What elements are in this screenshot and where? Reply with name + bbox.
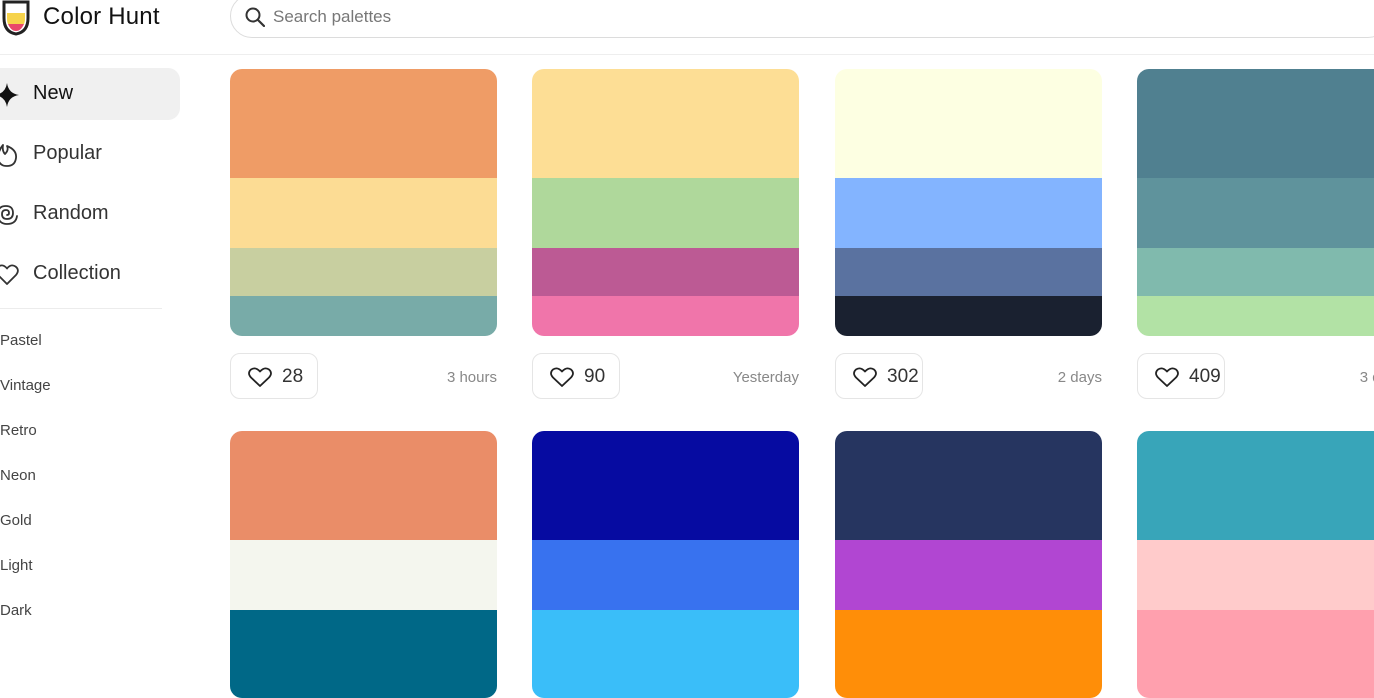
color-swatch[interactable] — [835, 540, 1102, 610]
color-swatch[interactable] — [532, 248, 799, 296]
palette-swatches[interactable] — [835, 69, 1102, 336]
tag-neon[interactable]: Neon — [0, 467, 36, 484]
color-swatch[interactable] — [1137, 248, 1374, 296]
like-count: 90 — [584, 366, 606, 387]
tag-light[interactable]: Light — [0, 557, 33, 574]
palette-swatches[interactable] — [835, 431, 1102, 698]
palette-swatches[interactable] — [1137, 431, 1374, 698]
color-swatch[interactable] — [835, 610, 1102, 658]
like-count: 302 — [887, 366, 919, 387]
search-input[interactable] — [273, 1, 1173, 33]
color-swatch[interactable] — [230, 610, 497, 658]
color-swatch[interactable] — [835, 178, 1102, 248]
palette-timestamp: 2 days — [1057, 369, 1102, 386]
palette-swatches[interactable] — [230, 69, 497, 336]
palette-swatches[interactable] — [532, 431, 799, 698]
color-swatch[interactable] — [230, 540, 497, 610]
popular-icon — [0, 144, 17, 167]
color-swatch[interactable] — [532, 431, 799, 540]
color-swatch[interactable] — [230, 248, 497, 296]
app-title[interactable]: Color Hunt — [43, 3, 160, 31]
tag-gold[interactable]: Gold — [0, 512, 32, 529]
sparkle-icon — [0, 83, 19, 107]
heart-icon — [853, 367, 877, 387]
sidebar-item-label: Popular — [33, 142, 102, 164]
palette-swatches[interactable] — [1137, 69, 1374, 336]
sidebar-item-random[interactable]: Random — [0, 188, 180, 240]
like-count: 28 — [282, 366, 304, 387]
spiral-icon — [0, 205, 18, 225]
color-swatch[interactable] — [1137, 658, 1374, 698]
heart-icon — [0, 264, 19, 285]
color-swatch[interactable] — [532, 69, 799, 178]
color-swatch[interactable] — [532, 610, 799, 658]
tag-retro[interactable]: Retro — [0, 422, 37, 439]
like-button[interactable]: 28 — [230, 353, 318, 399]
tag-pastel[interactable]: Pastel — [0, 332, 42, 349]
heart-icon — [1155, 367, 1179, 387]
color-swatch[interactable] — [532, 178, 799, 248]
sidebar-item-label: Collection — [33, 262, 121, 284]
color-hunt-logo-icon[interactable] — [0, 0, 32, 36]
sidebar-item-label: Random — [33, 202, 109, 224]
palette-timestamp: 3 hours — [446, 369, 497, 386]
color-swatch[interactable] — [532, 540, 799, 610]
palette-timestamp: 3 days — [1359, 369, 1374, 386]
color-swatch[interactable] — [1137, 610, 1374, 658]
sidebar-item-popular[interactable]: Popular — [0, 128, 180, 180]
color-swatch[interactable] — [835, 69, 1102, 178]
color-swatch[interactable] — [1137, 69, 1374, 178]
color-swatch[interactable] — [230, 69, 497, 178]
sidebar-item-collection[interactable]: Collection — [0, 248, 180, 300]
color-swatch[interactable] — [532, 658, 799, 698]
sidebar: New Popular Random Collection Pastel Vin… — [0, 54, 200, 640]
color-swatch[interactable] — [1137, 178, 1374, 248]
color-swatch[interactable] — [1137, 296, 1374, 336]
heart-icon — [248, 367, 272, 387]
color-swatch[interactable] — [230, 178, 497, 248]
sidebar-item-label: New — [33, 82, 74, 104]
tag-dark[interactable]: Dark — [0, 602, 32, 619]
color-swatch[interactable] — [835, 431, 1102, 540]
heart-icon — [550, 367, 574, 387]
color-swatch[interactable] — [1137, 431, 1374, 540]
color-swatch[interactable] — [230, 431, 497, 540]
palette-swatches[interactable] — [230, 431, 497, 698]
like-button[interactable]: 302 — [835, 353, 923, 399]
color-swatch[interactable] — [1137, 540, 1374, 610]
like-button[interactable]: 409 — [1137, 353, 1225, 399]
color-swatch[interactable] — [835, 658, 1102, 698]
tag-vintage[interactable]: Vintage — [0, 377, 51, 394]
color-swatch[interactable] — [230, 296, 497, 336]
like-count: 409 — [1189, 366, 1221, 387]
sidebar-divider — [0, 308, 162, 309]
color-swatch[interactable] — [532, 296, 799, 336]
sidebar-item-new[interactable]: New — [0, 68, 180, 120]
like-button[interactable]: 90 — [532, 353, 620, 399]
header: Color Hunt — [0, 0, 1374, 55]
color-swatch[interactable] — [230, 658, 497, 698]
palette-timestamp: Yesterday — [732, 369, 799, 386]
color-swatch[interactable] — [835, 248, 1102, 296]
palette-swatches[interactable] — [532, 69, 799, 336]
search-bar[interactable] — [230, 0, 1374, 38]
search-icon — [245, 7, 265, 27]
color-swatch[interactable] — [835, 296, 1102, 336]
